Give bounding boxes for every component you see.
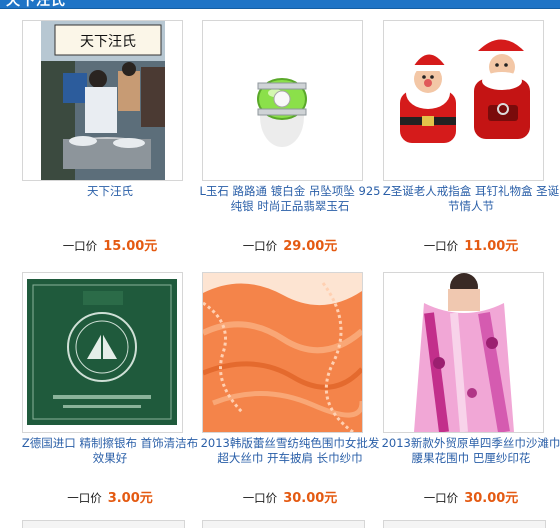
jade-bead-pendant-image [203,21,362,180]
price-label: 一口价 [67,491,102,505]
price-value: 15.00元 [103,239,158,254]
product-image[interactable]: 天下汪氏 [22,20,183,181]
price-line: 一口价 11.00元 [380,235,560,254]
product-title-link[interactable]: Z德国进口 精制擦银布 首饰清洁布 效果好 [19,436,201,466]
product-card: 2013韩版蕾丝雪纺纯色围巾女批发 超大丝巾 开车披肩 长巾纱巾 一口价 30.0… [199,272,381,517]
next-row-peek [0,520,560,528]
product-card: L玉石 路路通 镀白金 吊坠项坠 925纯银 时尚正品翡翠玉石 一口价 29.00… [199,20,381,265]
svg-text:天下汪氏: 天下汪氏 [80,34,136,50]
product-image[interactable] [22,272,183,433]
price-value: 30.00元 [464,491,519,506]
product-image[interactable] [383,272,544,433]
price-line: 一口价 29.00元 [199,235,381,254]
street-stall-photo-image: 天下汪氏 [23,21,182,180]
price-value: 3.00元 [107,491,153,506]
product-title-link[interactable]: 2013韩版蕾丝雪纺纯色围巾女批发 超大丝巾 开车披肩 长巾纱巾 [199,436,381,466]
orange-chiffon-scarf-image [203,273,362,432]
pink-silk-scarf-image [384,273,543,432]
price-line: 一口价 30.00元 [380,487,560,506]
product-title-link[interactable]: Z圣诞老人戒指盒 耳钉礼物盒 圣诞节情人节 [380,184,560,214]
price-label: 一口价 [242,239,278,253]
product-card: Z圣诞老人戒指盒 耳钉礼物盒 圣诞节情人节 一口价 11.00元 [380,20,560,265]
product-title-link[interactable]: L玉石 路路通 镀白金 吊坠项坠 925纯银 时尚正品翡翠玉石 [199,184,381,214]
price-label: 一口价 [62,239,98,253]
silver-cloth-box-image [23,273,182,432]
product-title-link[interactable]: 2013新款外贸原单四季丝巾沙滩巾 腰果花围巾 巴厘纱印花 [380,436,560,466]
price-line: 一口价 3.00元 [19,487,201,506]
product-card: Z德国进口 精制擦银布 首饰清洁布 效果好 一口价 3.00元 [19,272,201,517]
product-card: 2013新款外贸原单四季丝巾沙滩巾 腰果花围巾 巴厘纱印花 一口价 30.00元 [380,272,560,517]
product-card: 天下汪氏 天下汪氏 一口价 15.00元 [19,20,201,265]
price-label: 一口价 [423,491,459,505]
price-line: 一口价 15.00元 [19,235,201,254]
price-line: 一口价 30.00元 [199,487,381,506]
product-image[interactable] [202,20,363,181]
santa-ring-box-image [384,21,543,180]
price-value: 11.00元 [464,239,519,254]
price-value: 29.00元 [283,239,338,254]
price-value: 30.00元 [283,491,338,506]
product-image[interactable] [383,20,544,181]
price-label: 一口价 [242,491,278,505]
product-image[interactable] [202,272,363,433]
product-grid: 天下汪氏 天下汪氏 一口价 15.00元 L玉石 路路通 镀白金 吊坠项坠 92… [0,0,560,527]
product-title-link[interactable]: 天下汪氏 [19,184,201,199]
price-label: 一口价 [423,239,459,253]
